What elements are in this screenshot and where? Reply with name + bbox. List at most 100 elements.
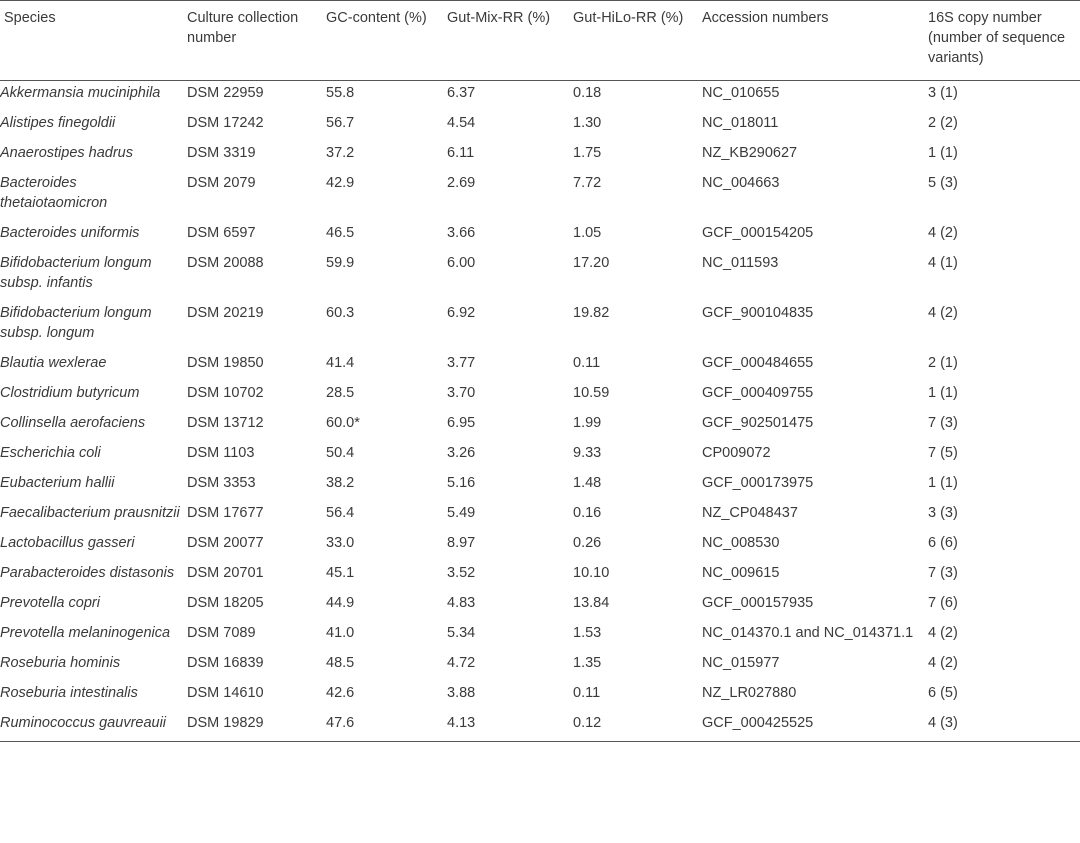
accession-number: NC_010655: [702, 85, 780, 101]
species-name: Escherichia coli: [0, 445, 101, 461]
gut-hilo-rr: 1.30: [573, 115, 602, 131]
gc-content: 56.4: [326, 505, 355, 521]
accession-number: NC_015977: [702, 655, 780, 671]
gut-hilo-rr: 0.11: [573, 685, 601, 701]
accession-number: NC_018011: [702, 115, 779, 131]
accession-number: GCF_000425525: [702, 715, 814, 731]
header-row: Species Culture collection number GC-con…: [0, 0, 1080, 81]
gc-content: 28.5: [326, 385, 355, 401]
16s-copy-number: 1 (1): [928, 475, 958, 491]
accession-number: NC_011593: [702, 255, 779, 271]
gut-mix-rr: 6.92: [447, 305, 476, 321]
gc-content: 60.3: [326, 305, 355, 321]
gut-mix-rr: 3.26: [447, 445, 476, 461]
16s-copy-number: 7 (3): [928, 565, 958, 581]
gc-content: 55.8: [326, 85, 355, 101]
16s-copy-number: 6 (5): [928, 685, 958, 701]
culture-collection-number: DSM 10702: [187, 385, 264, 401]
culture-collection-number: DSM 3319: [187, 145, 256, 161]
header-gut-hilo-rr: Gut-HiLo-RR (%): [573, 10, 684, 26]
accession-number: NC_009615: [702, 565, 780, 581]
species-name: Anaerostipes hadrus: [0, 145, 133, 161]
table-row: Clostridium butyricum DSM 10702 28.5 3.70 10…: [0, 381, 1080, 411]
table-row: Prevotella melaninogenica DSM 7089 41.0 5.3…: [0, 621, 1080, 651]
gc-content: 46.5: [326, 225, 355, 241]
gc-content: 41.4: [326, 355, 355, 371]
16s-copy-number: 4 (2): [928, 625, 958, 641]
culture-collection-number: DSM 20701: [187, 565, 264, 581]
gut-hilo-rr: 0.12: [573, 715, 602, 731]
table-row: Roseburia intestinalis DSM 14610 42.6 3.88 0…: [0, 681, 1080, 711]
gc-content: 38.2: [326, 475, 355, 491]
gut-hilo-rr: 0.18: [573, 85, 602, 101]
16s-copy-number: 3 (1): [928, 85, 958, 101]
species-name: Prevotella copri: [0, 595, 100, 611]
culture-collection-number: DSM 2079: [187, 175, 256, 191]
gc-content: 33.0: [326, 535, 355, 551]
gc-content: 47.6: [326, 715, 355, 731]
species-name: Blautia wexlerae: [0, 355, 107, 371]
header-gut-mix-rr: Gut-Mix-RR (%): [447, 10, 551, 26]
gut-mix-rr: 3.70: [447, 385, 476, 401]
species-name: Bacteroides uniformis: [0, 225, 140, 241]
species-name: Bifidobacterium longum subsp. longum: [0, 305, 152, 341]
gut-hilo-rr: 0.16: [573, 505, 602, 521]
gut-hilo-rr: 1.48: [573, 475, 602, 491]
species-name: Akkermansia muciniphila: [0, 85, 161, 101]
table-row: Akkermansia muciniphila DSM 22959 55.8 6.37…: [0, 81, 1080, 112]
gut-mix-rr: 3.88: [447, 685, 476, 701]
16s-copy-number: 6 (6): [928, 535, 958, 551]
species-table: Species Culture collection number GC-con…: [0, 0, 1080, 742]
gut-hilo-rr: 17.20: [573, 255, 610, 271]
culture-collection-number: DSM 13712: [187, 415, 264, 431]
table-row: Bifidobacterium longum subsp. longum DSM …: [0, 301, 1080, 351]
16s-copy-number: 2 (2): [928, 115, 958, 131]
gut-hilo-rr: 1.35: [573, 655, 602, 671]
accession-number: GCF_000173975: [702, 475, 814, 491]
table-row: Roseburia hominis DSM 16839 48.5 4.72 1.35 NC…: [0, 651, 1080, 681]
gut-hilo-rr: 9.33: [573, 445, 602, 461]
culture-collection-number: DSM 20088: [187, 255, 264, 271]
gut-mix-rr: 5.34: [447, 625, 476, 641]
gc-content: 60.0*: [326, 415, 360, 431]
table-row: Prevotella copri DSM 18205 44.9 4.83 13.84 GC…: [0, 591, 1080, 621]
species-name: Alistipes finegoldii: [0, 115, 116, 131]
gut-hilo-rr: 7.72: [573, 175, 602, 191]
species-name: Collinsella aerofaciens: [0, 415, 146, 431]
accession-number: GCF_902501475: [702, 415, 814, 431]
gc-content: 56.7: [326, 115, 355, 131]
table-row: Eubacterium hallii DSM 3353 38.2 5.16 1.48 GC…: [0, 471, 1080, 501]
accession-number: GCF_000409755: [702, 385, 814, 401]
species-name: Prevotella melaninogenica: [0, 625, 171, 641]
species-name: Ruminococcus gauvreauii: [0, 715, 167, 731]
gut-mix-rr: 2.69: [447, 175, 476, 191]
accession-number: NC_014370.1 and NC_014371.1: [702, 625, 914, 641]
accession-number: GCF_000484655: [702, 355, 814, 371]
gc-content: 44.9: [326, 595, 355, 611]
culture-collection-number: DSM 17242: [187, 115, 264, 131]
gut-mix-rr: 5.49: [447, 505, 476, 521]
accession-number: NZ_CP048437: [702, 505, 798, 521]
species-name: Faecalibacterium prausnitzii: [0, 505, 180, 521]
table-row: Anaerostipes hadrus DSM 3319 37.2 6.11 1.75 N…: [0, 141, 1080, 171]
gut-mix-rr: 6.00: [447, 255, 476, 271]
header-species: Species: [4, 10, 56, 26]
accession-number: NC_004663: [702, 175, 780, 191]
gut-mix-rr: 3.77: [447, 355, 476, 371]
16s-copy-number: 1 (1): [928, 145, 958, 161]
16s-copy-number: 4 (1): [928, 255, 958, 271]
species-name: Roseburia hominis: [0, 655, 121, 671]
header-16s-copy: 16S copy number (number of sequence vari…: [928, 10, 1066, 66]
gut-mix-rr: 4.83: [447, 595, 476, 611]
culture-collection-number: DSM 19850: [187, 355, 264, 371]
gc-content: 59.9: [326, 255, 355, 271]
species-name: Roseburia intestinalis: [0, 685, 138, 701]
species-name: Parabacteroides distasonis: [0, 565, 175, 581]
gc-content: 50.4: [326, 445, 355, 461]
table-row: Ruminococcus gauvreauii DSM 19829 47.6 4.13…: [0, 711, 1080, 742]
16s-copy-number: 4 (2): [928, 305, 958, 321]
16s-copy-number: 7 (6): [928, 595, 958, 611]
accession-number: GCF_000157935: [702, 595, 814, 611]
16s-copy-number: 4 (2): [928, 655, 958, 671]
16s-copy-number: 2 (1): [928, 355, 958, 371]
